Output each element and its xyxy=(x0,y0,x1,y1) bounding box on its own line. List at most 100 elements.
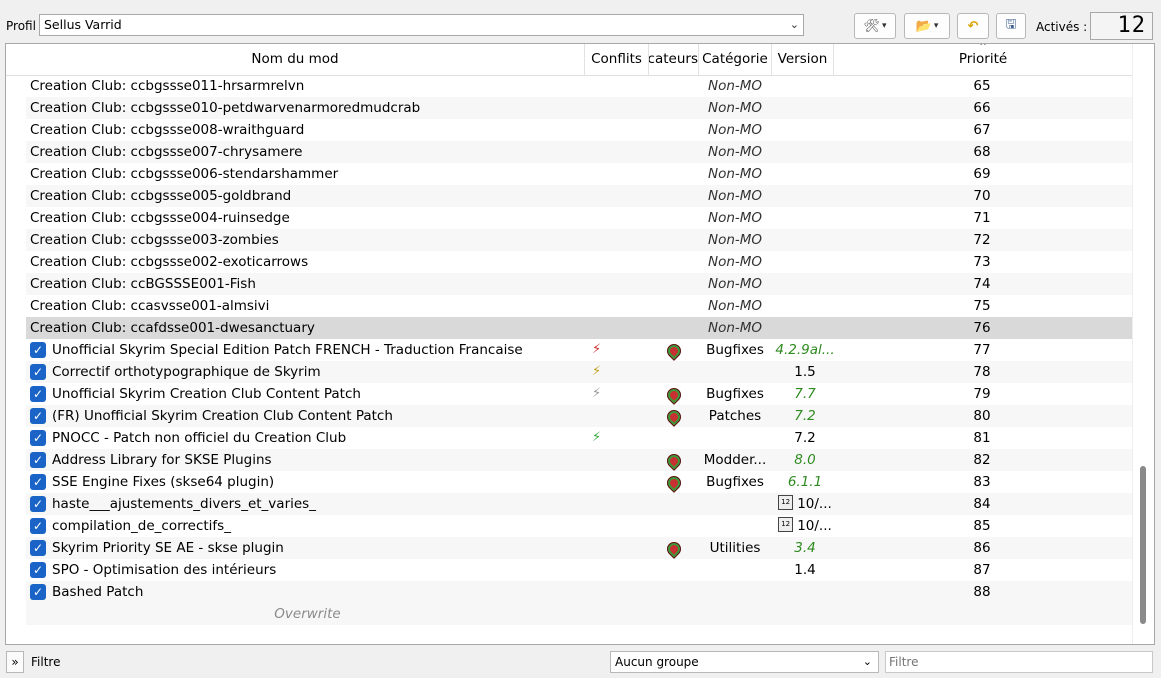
table-row[interactable]: ✓ SPO - Optimisation des intérieurs 1.4 87 xyxy=(26,559,1132,581)
undo-button[interactable]: ↶ xyxy=(957,13,989,39)
scrollbar-thumb[interactable] xyxy=(1140,466,1146,624)
mod-name: SSE Engine Fixes (skse64 plugin) xyxy=(52,474,275,490)
flags-cell xyxy=(652,339,696,361)
table-row[interactable]: ✓ PNOCC - Patch non officiel du Creation … xyxy=(26,427,1132,449)
version-text: 10/... xyxy=(797,518,832,534)
category-cell: Patches xyxy=(708,408,762,424)
enabled-checkbox[interactable]: ✓ xyxy=(30,518,46,534)
table-row[interactable]: ✓ Correctif orthotypographique de Skyrim ⚡… xyxy=(26,361,1132,383)
table-row[interactable]: ✓ SSE Engine Fixes (skse64 plugin) Bugfixe… xyxy=(26,471,1132,493)
enabled-checkbox[interactable]: ✓ xyxy=(30,364,46,380)
enabled-checkbox[interactable]: ✓ xyxy=(30,584,46,600)
priority-cell: 85 xyxy=(973,518,991,534)
chevron-down-icon: ⌄ xyxy=(789,18,799,31)
table-row[interactable]: Creation Club: ccbgssse002-exoticarrows N… xyxy=(26,251,1132,273)
priority-cell: 72 xyxy=(973,232,991,248)
category-cell: Non-MO xyxy=(707,320,763,336)
column-header-version[interactable]: Version xyxy=(772,44,834,75)
nexus-endorse-icon xyxy=(664,407,684,427)
column-header-category[interactable]: Catégorie xyxy=(699,44,772,75)
enabled-checkbox[interactable]: ✓ xyxy=(30,540,46,556)
version-cell xyxy=(774,185,836,207)
column-header-name[interactable]: Nom du mod xyxy=(6,44,585,75)
filter-label: Filtre xyxy=(31,655,61,669)
table-row[interactable]: Creation Club: ccbgssse006-stendarshamme… xyxy=(26,163,1132,185)
priority-cell: 84 xyxy=(973,496,991,512)
mod-name: (FR) Unofficial Skyrim Creation Club Con… xyxy=(52,408,393,424)
mod-list-table[interactable]: Nom du mod Conflits Indicateurs Catégori… xyxy=(5,43,1155,645)
mod-name: Creation Club: ccafdsse001-dwesanctuary xyxy=(30,320,315,336)
category-cell: Non-MO xyxy=(707,254,763,270)
mod-name: Creation Club: ccbgssse005-goldbrand xyxy=(30,188,292,204)
priority-cell: 74 xyxy=(973,276,991,292)
enabled-checkbox[interactable]: ✓ xyxy=(30,474,46,490)
priority-cell: 86 xyxy=(973,540,991,556)
priority-cell: 71 xyxy=(973,210,991,226)
priority-cell: 66 xyxy=(973,100,991,116)
table-row[interactable]: ✓ Unofficial Skyrim Creation Club Content… xyxy=(26,383,1132,405)
mod-rows: Creation Club: ccbgssse011-hrsarmrelvn No… xyxy=(26,75,1132,625)
priority-cell: 79 xyxy=(973,386,991,402)
mod-name: PNOCC - Patch non officiel du Creation C… xyxy=(52,430,347,446)
table-row[interactable]: ✓ Unofficial Skyrim Special Edition Patch… xyxy=(26,339,1132,361)
category-cell: Non-MO xyxy=(707,276,763,292)
table-row[interactable]: Creation Club: ccbgssse004-ruinsedge Non-… xyxy=(26,207,1132,229)
mod-name: Unofficial Skyrim Special Edition Patch … xyxy=(52,342,523,358)
tools-button[interactable]: 🛠 ▾ xyxy=(854,13,896,39)
dropdown-arrow-icon: ▾ xyxy=(933,21,939,31)
table-row[interactable]: Creation Club: ccafdsse001-dwesanctuary N… xyxy=(26,317,1132,339)
enabled-checkbox[interactable]: ✓ xyxy=(30,408,46,424)
table-row[interactable]: ✓ Skyrim Priority SE AE - skse plugin Util… xyxy=(26,537,1132,559)
enabled-checkbox[interactable]: ✓ xyxy=(30,430,46,446)
flags-cell xyxy=(652,383,696,405)
enabled-checkbox[interactable]: ✓ xyxy=(30,342,46,358)
column-header-priority[interactable]: ^ Priorité xyxy=(834,44,1132,75)
mod-name: SPO - Optimisation des intérieurs xyxy=(52,562,277,578)
table-row[interactable]: Creation Club: ccbgssse007-chrysamere Non… xyxy=(26,141,1132,163)
column-header-conflicts[interactable]: Conflits xyxy=(585,44,649,75)
table-row[interactable]: Creation Club: ccbgssse003-zombies Non-MO… xyxy=(26,229,1132,251)
enabled-checkbox[interactable]: ✓ xyxy=(30,386,46,402)
save-backup-button[interactable]: 🖫 xyxy=(996,13,1026,39)
mod-name: Unofficial Skyrim Creation Club Content … xyxy=(52,386,361,402)
conflict-cell: ⚡ xyxy=(588,427,648,449)
version-cell xyxy=(774,251,836,273)
column-header-flags[interactable]: Indicateurs xyxy=(649,44,699,75)
category-cell xyxy=(701,427,769,449)
table-row[interactable]: Creation Club: ccbgssse010-petdwarvenarm… xyxy=(26,97,1132,119)
mod-name: compilation_de_correctifs_ xyxy=(52,518,231,534)
enabled-checkbox[interactable]: ✓ xyxy=(30,452,46,468)
sort-ascending-icon: ^ xyxy=(979,44,987,52)
vertical-scrollbar[interactable] xyxy=(1132,44,1154,644)
group-select[interactable]: Aucun groupe ⌄ xyxy=(610,651,879,673)
enabled-checkbox[interactable]: ✓ xyxy=(30,562,46,578)
category-cell: Non-MO xyxy=(707,144,763,160)
table-row[interactable]: ✓ compilation_de_correctifs_ 12 10/... 85 xyxy=(26,515,1132,537)
table-row[interactable]: Creation Club: ccbgssse011-hrsarmrelvn No… xyxy=(26,75,1132,97)
table-row[interactable]: ✓ haste___ajustements_divers_et_varies_ 12… xyxy=(26,493,1132,515)
version-cell: 4.2.9al... xyxy=(775,342,835,358)
version-cell: 8.0 xyxy=(794,452,816,468)
category-cell xyxy=(701,493,769,515)
enabled-checkbox[interactable]: ✓ xyxy=(30,496,46,512)
table-row[interactable]: ✓ Address Library for SKSE Plugins Modder.… xyxy=(26,449,1132,471)
priority-cell: 78 xyxy=(973,364,991,380)
table-row[interactable]: ✓ (FR) Unofficial Skyrim Creation Club Co… xyxy=(26,405,1132,427)
overwrite-row[interactable]: Overwrite xyxy=(26,603,1132,625)
table-row[interactable]: Creation Club: ccbgssse005-goldbrand Non-… xyxy=(26,185,1132,207)
version-cell xyxy=(774,141,836,163)
version-cell xyxy=(774,581,836,603)
nexus-endorse-icon xyxy=(664,539,684,559)
table-row[interactable]: ✓ Bashed Patch 88 xyxy=(26,581,1132,603)
filter-toggle-button[interactable]: » xyxy=(6,651,24,673)
version-text: 10/... xyxy=(797,496,832,512)
mod-name: Creation Club: ccbgssse011-hrsarmrelvn xyxy=(30,78,305,94)
priority-cell: 75 xyxy=(973,298,991,314)
table-row[interactable]: Creation Club: ccasvsse001-almsivi Non-MO… xyxy=(26,295,1132,317)
table-row[interactable]: Creation Club: ccbgssse008-wraithguard No… xyxy=(26,119,1132,141)
open-folder-button[interactable]: 📂 ▾ xyxy=(904,13,950,39)
profile-select[interactable]: Sellus Varrid ⌄ xyxy=(39,14,804,36)
filter-input[interactable] xyxy=(885,651,1153,673)
table-row[interactable]: Creation Club: ccBGSSSE001-Fish Non-MO 74 xyxy=(26,273,1132,295)
mod-name: Address Library for SKSE Plugins xyxy=(52,452,272,468)
